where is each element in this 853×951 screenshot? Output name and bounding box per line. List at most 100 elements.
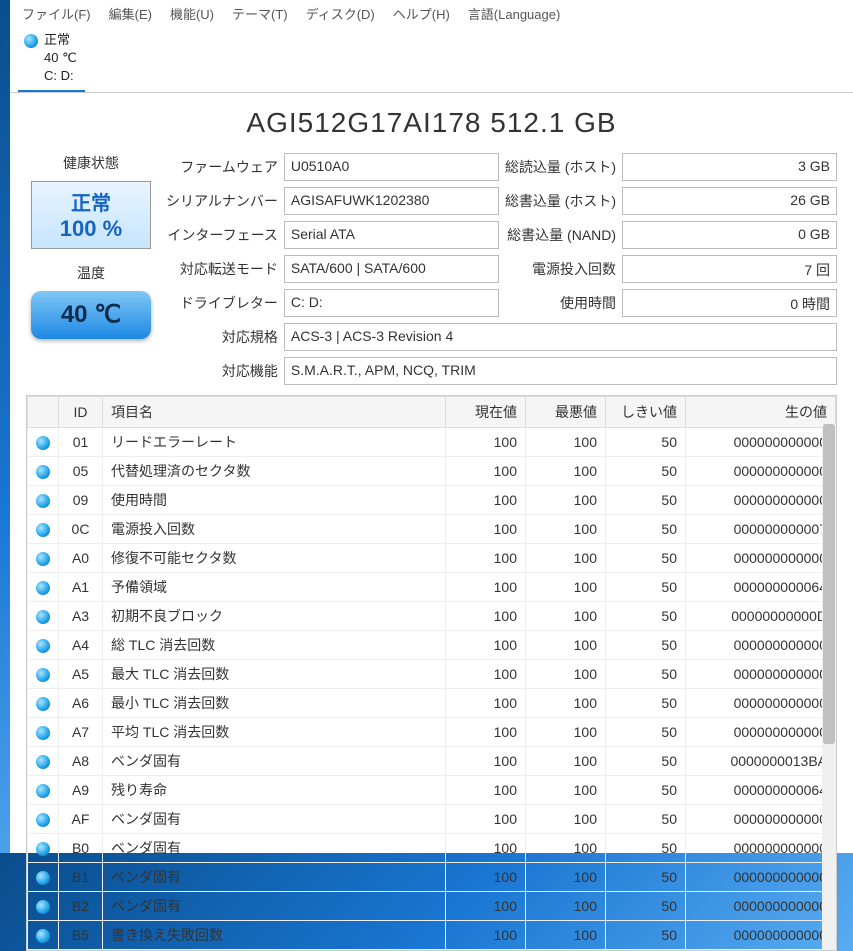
row-current: 100 [446,456,526,485]
row-current: 100 [446,601,526,630]
table-row[interactable]: A9残り寿命10010050000000000064 [28,775,836,804]
scrollbar-thumb[interactable] [823,424,835,744]
hostwrite-value[interactable]: 26 GB [622,187,837,215]
row-id: AF [59,804,103,833]
row-current: 100 [446,514,526,543]
serial-value[interactable]: AGISAFUWK1202380 [284,187,499,215]
row-id: A4 [59,630,103,659]
col-raw[interactable]: 生の値 [686,396,836,427]
row-name: 初期不良ブロック [103,601,446,630]
row-threshold: 50 [606,804,686,833]
row-current: 100 [446,688,526,717]
table-scrollbar[interactable] [822,424,836,950]
poweron-value[interactable]: 7 回 [622,255,837,283]
row-threshold: 50 [606,543,686,572]
temp-box[interactable]: 40 ℃ [31,291,151,339]
interface-value[interactable]: Serial ATA [284,221,499,249]
row-worst: 100 [526,456,606,485]
row-raw: 000000000000 [686,485,836,514]
temp-value: 40 ℃ [61,300,121,329]
row-raw: 000000000000 [686,862,836,891]
table-row[interactable]: A1予備領域10010050000000000064 [28,572,836,601]
health-box[interactable]: 正常 100 % [31,181,151,249]
row-current: 100 [446,833,526,862]
col-worst[interactable]: 最悪値 [526,396,606,427]
table-row[interactable]: AFベンダ固有10010050000000000000 [28,804,836,833]
serial-label: シリアルナンバー [166,187,278,215]
row-name: 書き換え失敗回数 [103,920,446,949]
table-row[interactable]: B1ベンダ固有10010050000000000000 [28,862,836,891]
table-row[interactable]: A0修復不可能セクタ数10010050000000000000 [28,543,836,572]
menu-disk[interactable]: ディスク(D) [306,4,375,23]
row-name: ベンダ固有 [103,891,446,920]
row-raw: 000000000000 [686,427,836,456]
row-threshold: 50 [606,514,686,543]
feature-value[interactable]: S.M.A.R.T., APM, NCQ, TRIM [284,357,837,385]
row-status-icon [28,833,59,862]
hours-value[interactable]: 0 時間 [622,289,837,317]
nandwrite-label: 総書込量 (NAND) [505,221,616,249]
row-threshold: 50 [606,891,686,920]
col-status[interactable] [28,396,59,427]
row-status-icon [28,572,59,601]
row-id: B1 [59,862,103,891]
transfer-value[interactable]: SATA/600 | SATA/600 [284,255,499,283]
table-row[interactable]: B5書き換え失敗回数10010050000000000000 [28,920,836,949]
row-current: 100 [446,862,526,891]
row-worst: 100 [526,891,606,920]
col-threshold[interactable]: しきい値 [606,396,686,427]
row-current: 100 [446,659,526,688]
table-row[interactable]: A6最小 TLC 消去回数10010050000000000000 [28,688,836,717]
hostread-value[interactable]: 3 GB [622,153,837,181]
col-id[interactable]: ID [59,396,103,427]
table-row[interactable]: A3初期不良ブロック1001005000000000000D [28,601,836,630]
table-row[interactable]: A4総 TLC 消去回数10010050000000000000 [28,630,836,659]
table-row[interactable]: A7平均 TLC 消去回数10010050000000000000 [28,717,836,746]
drive-value[interactable]: C: D: [284,289,499,317]
fields-grid: ファームウェア U0510A0 総読込量 (ホスト) 3 GB シリアルナンバー… [166,153,837,385]
row-threshold: 50 [606,920,686,949]
row-threshold: 50 [606,688,686,717]
menu-theme[interactable]: テーマ(T) [232,4,288,23]
row-id: A0 [59,543,103,572]
table-row[interactable]: 09使用時間10010050000000000000 [28,485,836,514]
row-worst: 100 [526,514,606,543]
table-row[interactable]: 0C電源投入回数10010050000000000007 [28,514,836,543]
row-current: 100 [446,920,526,949]
row-threshold: 50 [606,427,686,456]
disk-tab[interactable]: 正常 40 ℃ C: D: [18,29,85,92]
table-row[interactable]: 05代替処理済のセクタ数10010050000000000000 [28,456,836,485]
row-status-icon [28,804,59,833]
menu-help[interactable]: ヘルプ(H) [393,4,450,23]
menu-edit[interactable]: 編集(E) [109,4,152,23]
row-name: 残り寿命 [103,775,446,804]
col-current[interactable]: 現在値 [446,396,526,427]
table-row[interactable]: A5最大 TLC 消去回数10010050000000000000 [28,659,836,688]
row-id: B0 [59,833,103,862]
row-id: A7 [59,717,103,746]
row-worst: 100 [526,717,606,746]
row-name: ベンダ固有 [103,862,446,891]
menu-file[interactable]: ファイル(F) [22,4,91,23]
nandwrite-value[interactable]: 0 GB [622,221,837,249]
row-worst: 100 [526,746,606,775]
table-row[interactable]: 01リードエラーレート10010050000000000000 [28,427,836,456]
table-row[interactable]: B2ベンダ固有10010050000000000000 [28,891,836,920]
menu-language[interactable]: 言語(Language) [468,4,561,23]
row-raw: 000000000000 [686,804,836,833]
row-worst: 100 [526,630,606,659]
menu-function[interactable]: 機能(U) [170,4,214,23]
app-window: ファイル(F) 編集(E) 機能(U) テーマ(T) ディスク(D) ヘルプ(H… [10,0,853,853]
row-status-icon [28,659,59,688]
row-raw: 000000000000 [686,833,836,862]
row-worst: 100 [526,543,606,572]
row-current: 100 [446,543,526,572]
table-row[interactable]: B0ベンダ固有10010050000000000000 [28,833,836,862]
firmware-value[interactable]: U0510A0 [284,153,499,181]
table-row[interactable]: A8ベンダ固有100100500000000013BA [28,746,836,775]
col-name[interactable]: 項目名 [103,396,446,427]
standard-value[interactable]: ACS-3 | ACS-3 Revision 4 [284,323,837,351]
row-id: B5 [59,920,103,949]
feature-label: 対応機能 [166,357,278,385]
row-name: 使用時間 [103,485,446,514]
